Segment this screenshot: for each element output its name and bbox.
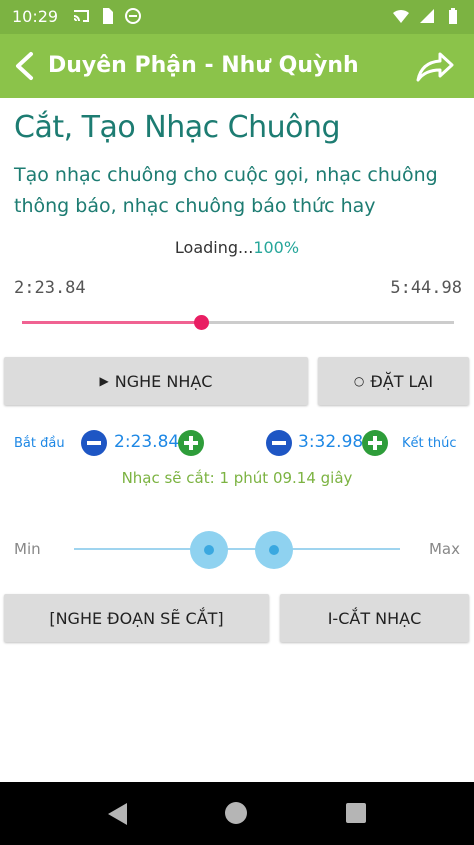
reset-button[interactable]: ○ ĐẶT LẠI xyxy=(318,357,469,405)
end-value: 3:32.98 xyxy=(298,432,364,452)
battery-icon xyxy=(449,8,457,24)
back-arrow-icon[interactable] xyxy=(8,48,44,84)
start-value: 2:23.84 xyxy=(114,432,180,452)
cut-music-button[interactable]: I-CẮT NHẠC xyxy=(280,594,469,642)
status-left-icons xyxy=(72,6,142,26)
app-title: Duyên Phận - Như Quỳnh xyxy=(48,53,359,78)
sim-card-icon xyxy=(103,8,113,24)
page-heading: Cắt, Tạo Nhạc Chuông xyxy=(14,110,341,145)
seek-bar[interactable] xyxy=(22,312,454,332)
range-min-label: Min xyxy=(14,540,41,558)
minus-icon xyxy=(87,441,101,445)
range-slider: Min Max xyxy=(0,528,474,572)
no-disturb-icon xyxy=(125,8,141,24)
wifi-icon xyxy=(393,9,409,23)
minus-icon xyxy=(272,441,286,445)
total-time: 5:44.98 xyxy=(390,278,462,298)
end-label: Kết thúc xyxy=(402,436,457,451)
range-low-thumb[interactable] xyxy=(190,531,229,569)
seek-played xyxy=(22,321,202,324)
page-description: Tạo nhạc chuông cho cuộc gọi, nhạc chuôn… xyxy=(14,164,438,217)
play-music-label: NGHE NHẠC xyxy=(114,371,213,391)
preview-cut-button[interactable]: [NGHE ĐOẠN SẼ CẮT] xyxy=(4,594,269,642)
current-time: 2:23.84 xyxy=(14,278,86,298)
reset-label: ĐẶT LẠI xyxy=(370,371,434,391)
trim-controls: Bắt đầu 2:23.84 3:32.98 Kết thúc xyxy=(0,428,474,458)
seek-thumb[interactable] xyxy=(194,315,210,330)
status-time: 10:29 xyxy=(12,7,59,26)
range-max-label: Max xyxy=(428,540,460,558)
status-bar: 10:29 xyxy=(0,0,474,34)
preview-cut-label: [NGHE ĐOẠN SẼ CẮT] xyxy=(49,608,224,628)
loading-percent: 100% xyxy=(253,238,300,257)
signal-icon xyxy=(420,9,434,23)
nav-back-icon[interactable] xyxy=(105,801,129,827)
play-music-button[interactable]: ▶ NGHE NHẠC xyxy=(4,357,308,405)
share-icon[interactable] xyxy=(414,48,456,84)
system-nav-bar xyxy=(0,782,474,845)
range-track[interactable] xyxy=(74,548,400,550)
range-high-thumb[interactable] xyxy=(255,531,294,569)
cast-icon xyxy=(73,10,89,22)
cut-music-label: I-CẮT NHẠC xyxy=(327,608,422,628)
start-minus-button[interactable] xyxy=(81,430,107,456)
status-right-icons xyxy=(392,6,462,26)
end-minus-button[interactable] xyxy=(266,430,292,456)
loading-status: Loading...100% xyxy=(0,238,474,257)
reset-icon: ○ xyxy=(353,374,365,388)
app-bar: Duyên Phận - Như Quỳnh xyxy=(0,34,474,98)
cut-duration-info: Nhạc sẽ cắt: 1 phút 09.14 giây xyxy=(121,469,353,487)
start-label: Bắt đầu xyxy=(14,436,65,451)
end-plus-button[interactable] xyxy=(362,430,388,456)
play-icon: ▶ xyxy=(99,374,109,388)
nav-recents-icon[interactable] xyxy=(346,803,366,823)
nav-home-icon[interactable] xyxy=(225,802,247,824)
start-plus-button[interactable] xyxy=(178,430,204,456)
loading-text: Loading... xyxy=(174,238,254,257)
